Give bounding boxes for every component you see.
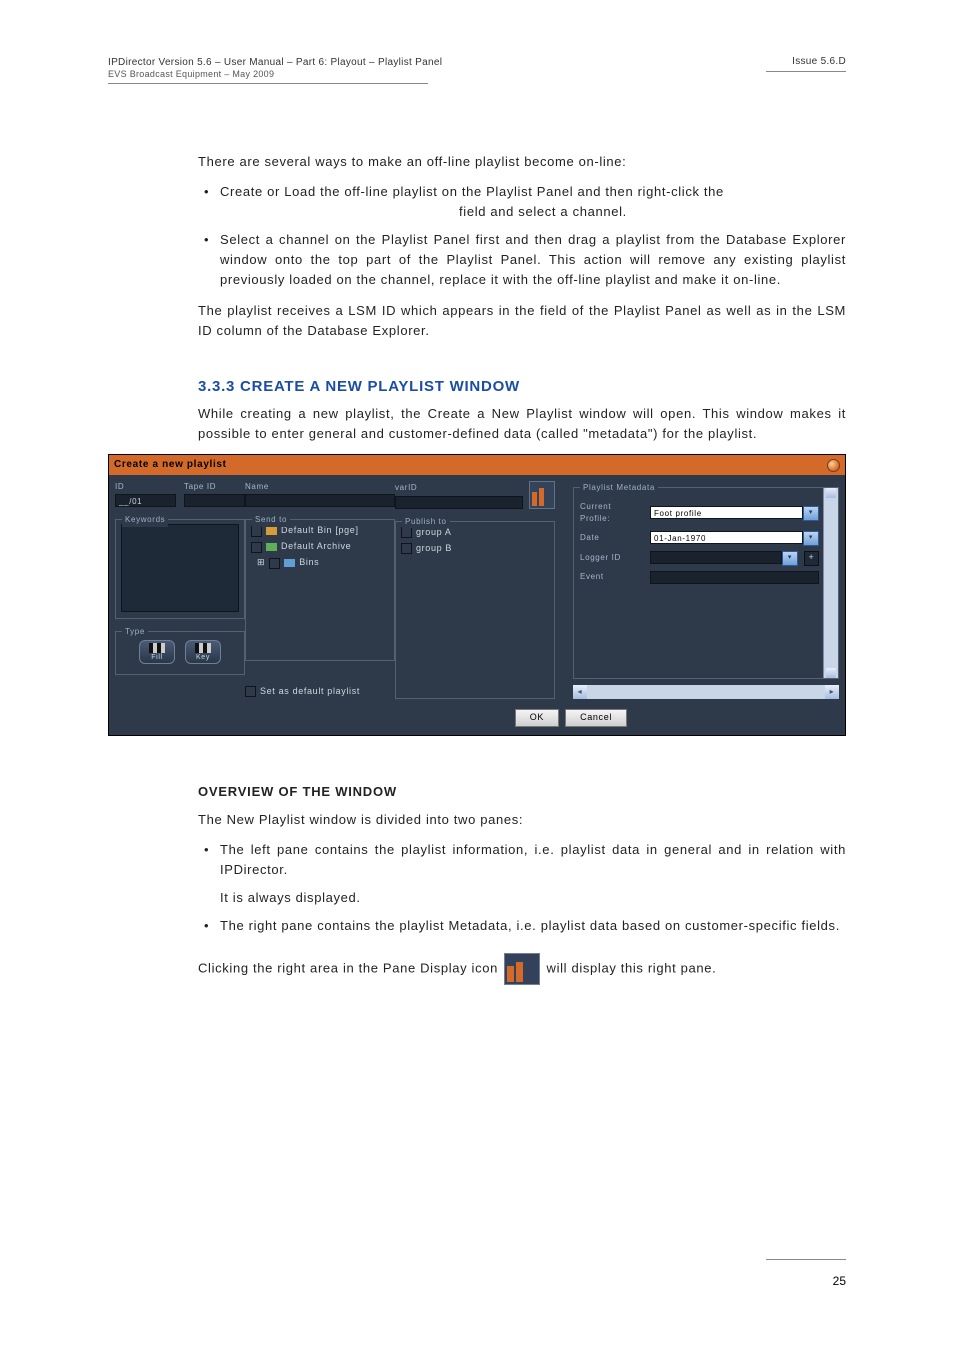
add-logger-button[interactable]: + <box>804 551 819 566</box>
tapeid-label: Tape ID <box>184 481 245 493</box>
list-item: Select a channel on the Playlist Panel f… <box>198 230 846 290</box>
scrollbar-horizontal[interactable]: ◂▸ <box>573 685 839 699</box>
loggerid-label: Logger ID <box>580 552 644 564</box>
tree-item[interactable]: ⊞ Bins <box>257 556 389 570</box>
paragraph: The New Playlist window is divided into … <box>198 810 846 830</box>
profile-select[interactable]: Foot profile▾ <box>650 506 819 521</box>
event-field[interactable] <box>650 571 819 584</box>
keywords-box[interactable] <box>121 524 239 612</box>
ok-button[interactable]: OK <box>515 709 559 727</box>
list-item: Create or Load the off-line playlist on … <box>198 182 846 222</box>
paragraph: The playlist receives a LSM ID which app… <box>198 301 846 341</box>
header-title: IPDirector Version 5.6 – User Manual – P… <box>108 56 442 69</box>
keywords-group-label: Keywords <box>122 514 168 526</box>
header-issue: Issue 5.6.D <box>766 56 846 67</box>
create-playlist-dialog: Create a new playlist ID __/01 Tape ID <box>108 454 846 735</box>
varid-field[interactable] <box>395 496 523 509</box>
dialog-title: Create a new playlist <box>114 457 227 473</box>
close-icon[interactable] <box>827 459 840 472</box>
pane-display-icon <box>504 953 540 985</box>
date-label: Date <box>580 532 644 544</box>
page-number: 25 <box>833 1274 846 1288</box>
header-sub: EVS Broadcast Equipment – May 2009 <box>108 69 442 81</box>
name-label: Name <box>245 481 395 493</box>
publish-group-label: Publish to <box>402 516 450 528</box>
type-key-button[interactable]: Key <box>185 640 221 664</box>
paragraph: Clicking the right area in the Pane Disp… <box>198 953 846 985</box>
id-field[interactable]: __/01 <box>115 494 176 507</box>
paragraph: There are several ways to make an off-li… <box>198 152 846 172</box>
scrollbar-vertical[interactable] <box>823 488 838 678</box>
section-heading: 3.3.3 CREATE A NEW PLAYLIST WINDOW <box>198 375 846 398</box>
paragraph: While creating a new playlist, the Creat… <box>198 404 846 444</box>
tree-item[interactable]: group B <box>401 542 549 556</box>
list-item: The left pane contains the playlist info… <box>198 840 846 908</box>
sendto-group-label: Send to <box>252 514 290 526</box>
set-default-checkbox[interactable]: Set as default playlist <box>245 685 395 699</box>
dialog-titlebar[interactable]: Create a new playlist <box>109 455 845 475</box>
pane-display-icon[interactable] <box>529 481 555 509</box>
name-field[interactable] <box>245 494 395 507</box>
metadata-group-label: Playlist Metadata <box>580 482 658 494</box>
varid-label: varID <box>395 482 523 494</box>
id-label: ID <box>115 481 176 493</box>
profile-label: Current Profile: <box>580 501 644 526</box>
loggerid-select[interactable]: ▾ <box>650 551 798 566</box>
tapeid-field[interactable] <box>184 494 245 507</box>
subsection-heading: OVERVIEW OF THE WINDOW <box>198 782 846 802</box>
cancel-button[interactable]: Cancel <box>565 709 627 727</box>
type-group-label: Type <box>122 626 148 638</box>
event-label: Event <box>580 571 644 583</box>
date-select[interactable]: 01-Jan-1970▾ <box>650 531 819 546</box>
type-fill-button[interactable]: Fill <box>139 640 175 664</box>
tree-item[interactable]: Default Archive <box>251 540 389 554</box>
list-item: The right pane contains the playlist Met… <box>198 916 846 936</box>
